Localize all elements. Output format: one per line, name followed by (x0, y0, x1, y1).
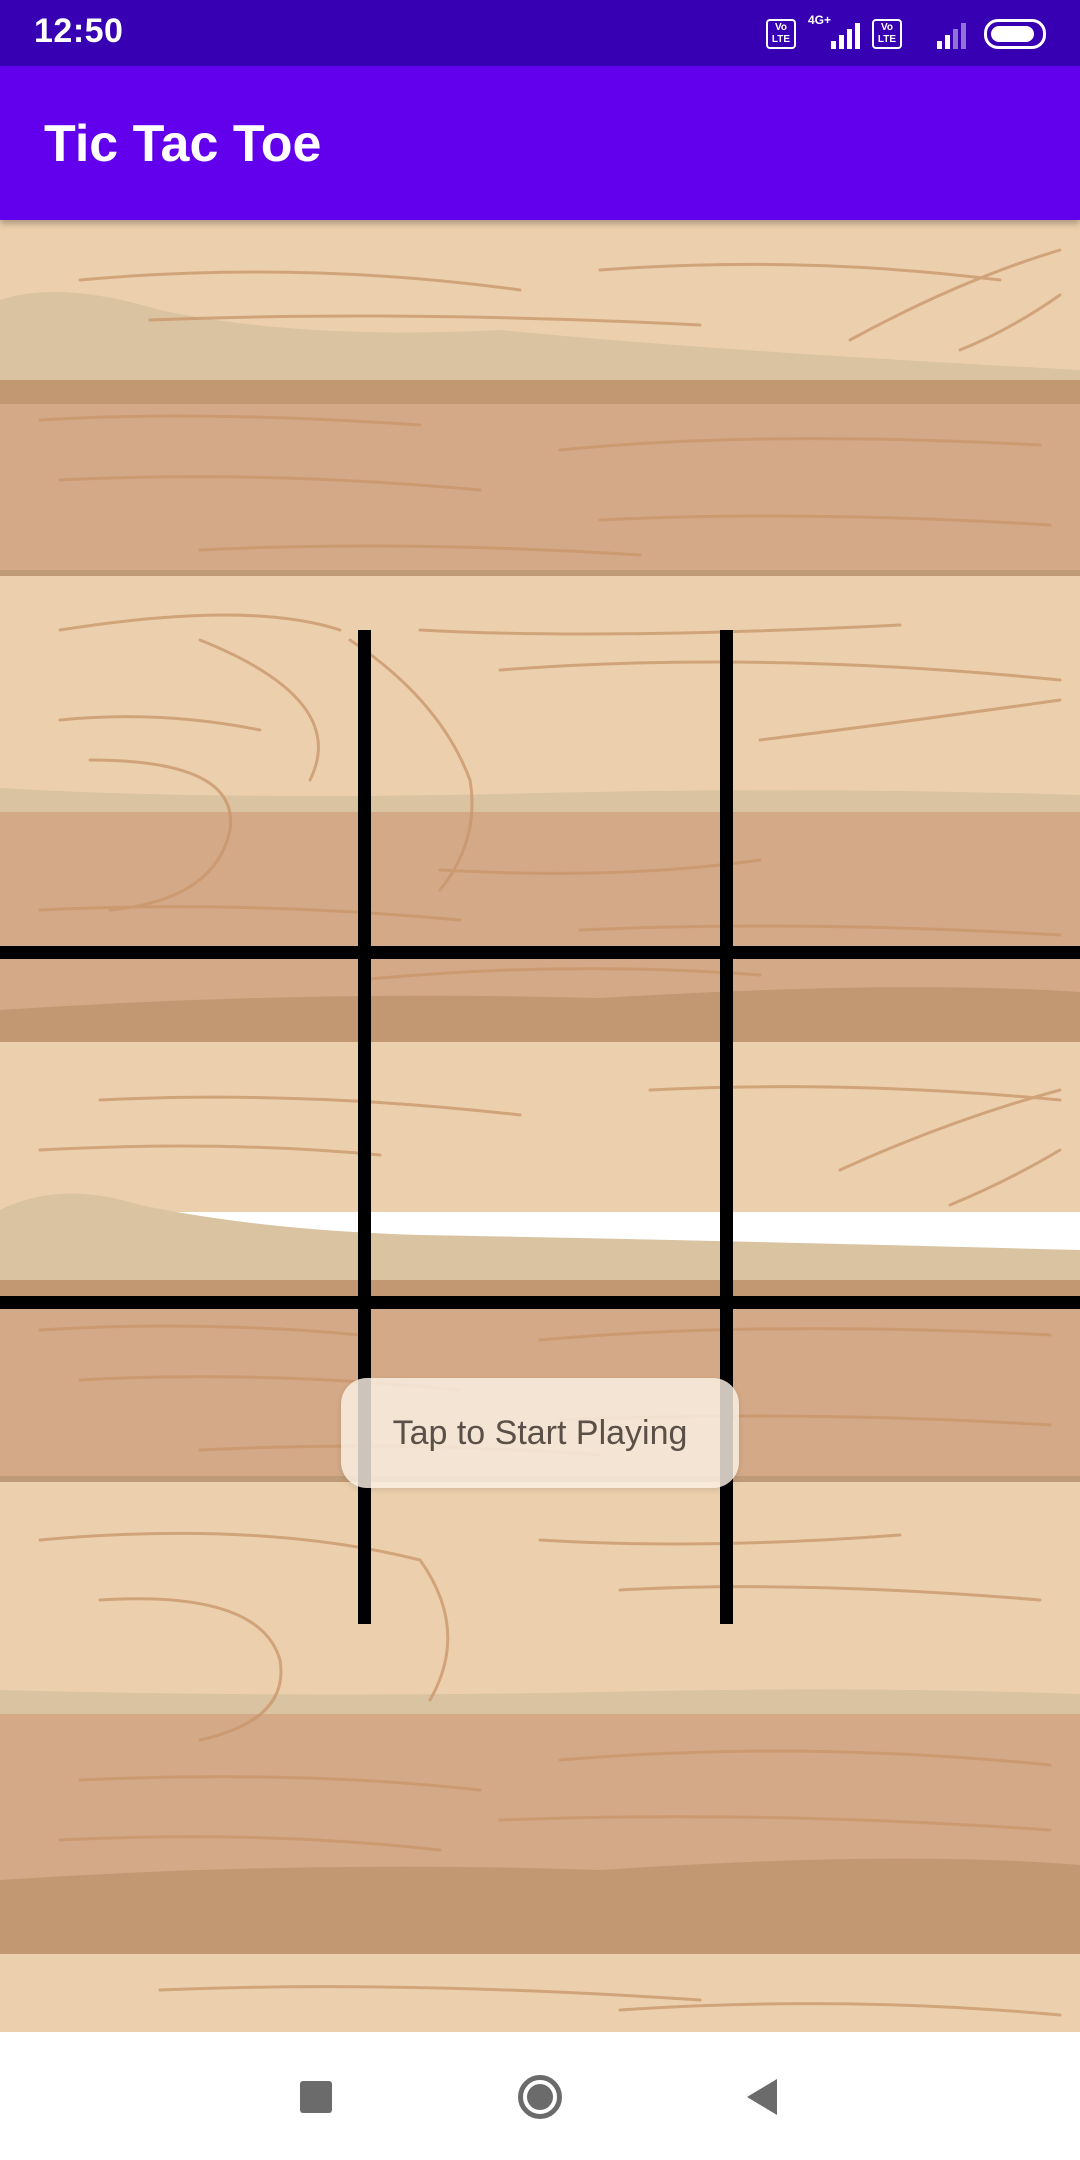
volte-label-bottom: LTE (877, 34, 897, 45)
board-cell-7[interactable] (0, 1302, 364, 1624)
recents-icon (300, 2081, 332, 2113)
board-cell-4[interactable] (0, 952, 364, 1302)
board-cell-9[interactable] (726, 1302, 1080, 1624)
horizontal-grid-line-2 (0, 1295, 1080, 1309)
back-icon (747, 2079, 777, 2115)
network-type-label: 4G+ (808, 13, 832, 27)
battery-icon (984, 19, 1046, 49)
game-area[interactable] (0, 220, 1080, 2032)
volte-label-bottom: LTE (771, 34, 791, 45)
back-button[interactable] (727, 2062, 797, 2132)
status-time: 12:50 (34, 12, 124, 50)
horizontal-grid-line-1 (0, 945, 1080, 959)
home-icon (518, 2075, 562, 2119)
status-bar: 12:50 Vo LTE 4G+ Vo LTE (0, 0, 1080, 66)
home-button[interactable] (505, 2062, 575, 2132)
recents-button[interactable] (281, 2062, 351, 2132)
signal-4g-icon: 4G+ (808, 13, 860, 51)
volte-label-top: Vo (880, 22, 894, 33)
signal-icon (914, 17, 966, 51)
battery-level (991, 26, 1034, 42)
app-title: Tic Tac Toe (44, 115, 322, 173)
volte-label-top: Vo (774, 22, 788, 33)
board-cell-6[interactable] (726, 952, 1080, 1302)
start-playing-toast: Tap to Start Playing (341, 1378, 739, 1488)
tic-tac-toe-board (0, 220, 1080, 2032)
status-icons: Vo LTE 4G+ Vo LTE (766, 13, 1046, 54)
navigation-bar (0, 2032, 1080, 2160)
screen: 12:50 Vo LTE 4G+ Vo LTE Tic Tac Toe Tap … (0, 0, 1080, 2160)
board-cell-5[interactable] (364, 952, 726, 1302)
volte-icon: Vo LTE (872, 19, 902, 49)
board-cell-3[interactable] (726, 630, 1080, 952)
board-cell-1[interactable] (0, 630, 364, 952)
board-cell-2[interactable] (364, 630, 726, 952)
app-bar: Tic Tac Toe (0, 66, 1080, 220)
volte-icon: Vo LTE (766, 19, 796, 49)
